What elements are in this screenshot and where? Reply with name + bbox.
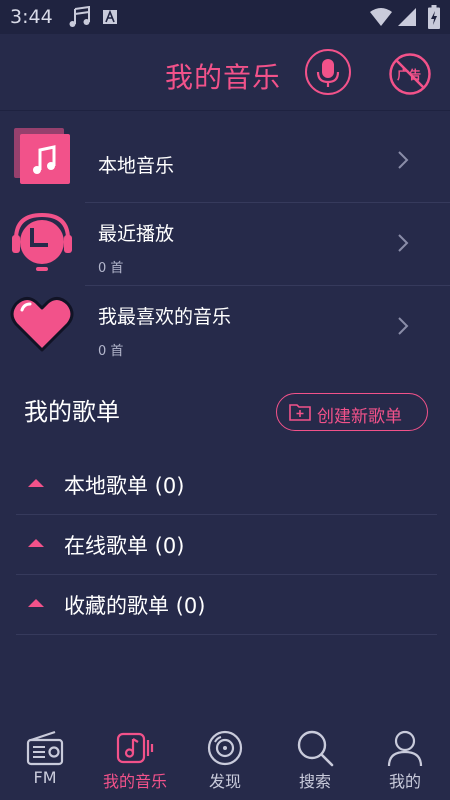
expand-triangle-icon [28,599,44,607]
nav-tab-search[interactable]: 搜索 [270,722,360,800]
row-title: 最近播放 [98,223,175,245]
voice-search-button[interactable] [305,49,351,95]
create-playlist-button[interactable]: 创建新歌单 [276,393,428,431]
app-screen: 3:44 我的音乐 广告 本地音乐 最近播放 0 首 我最喜欢的音乐 0 首 我… [0,0,450,800]
wifi-icon [370,8,392,26]
heart-icon [10,297,74,352]
ad-label: 广告 [397,68,422,82]
nav-tab-me[interactable]: 我的 [360,722,450,800]
status-bar: 3:44 [0,0,450,34]
music-note-icon [116,732,154,764]
playlist-group-label: 在线歌单 (0) [64,534,185,558]
user-icon [387,730,423,767]
nav-label: 我的 [388,772,421,791]
create-playlist-label: 创建新歌单 [317,407,402,427]
clock-headset-icon [12,212,72,271]
nav-label: 搜索 [298,772,331,791]
row-title: 本地音乐 [98,155,175,177]
nav-label: FM [33,768,57,787]
playlist-group-label: 本地歌单 (0) [64,474,185,498]
nav-label: 发现 [208,772,241,791]
playlist-group-favorited[interactable]: 收藏的歌单 (0) [16,575,437,635]
row-title: 我最喜欢的音乐 [98,306,232,328]
signal-icon [398,8,416,26]
playlist-group-online[interactable]: 在线歌单 (0) [16,515,437,575]
chevron-right-icon [398,151,409,169]
playlist-group-label: 收藏的歌单 (0) [64,594,206,618]
search-icon [297,730,334,767]
chevron-right-icon [398,234,409,252]
library-row-local-music[interactable]: 本地音乐 [0,120,450,203]
microphone-icon [316,59,340,87]
nav-label: 我的音乐 [102,772,167,791]
status-time: 3:44 [10,6,53,28]
row-count: 0 首 [98,344,124,359]
disc-icon [207,730,243,766]
bottom-nav: FM 我的音乐 发现 搜索 我的 [0,722,450,800]
radio-icon [26,730,64,766]
nav-tab-my-music[interactable]: 我的音乐 [90,722,180,800]
library-row-favorites[interactable]: 我最喜欢的音乐 0 首 [0,286,450,369]
ad-block-button[interactable]: 广告 [388,52,432,96]
page-title: 我的音乐 [165,61,282,94]
expand-triangle-icon [28,539,44,547]
row-count: 0 首 [98,261,124,276]
chevron-right-icon [398,317,409,335]
library-row-recently-played[interactable]: 最近播放 0 首 [0,203,450,286]
playlists-title: 我的歌单 [24,398,120,426]
nav-tab-fm[interactable]: FM [0,722,90,800]
app-notification-icon [103,10,117,24]
playlist-group-local[interactable]: 本地歌单 (0) [16,455,437,515]
music-notification-icon [69,6,90,27]
add-folder-icon [289,404,311,421]
nav-tab-discover[interactable]: 发现 [180,722,270,800]
app-header: 我的音乐 广告 [0,34,450,111]
expand-triangle-icon [28,479,44,487]
local-music-icon [14,128,70,184]
battery-icon [428,5,440,29]
